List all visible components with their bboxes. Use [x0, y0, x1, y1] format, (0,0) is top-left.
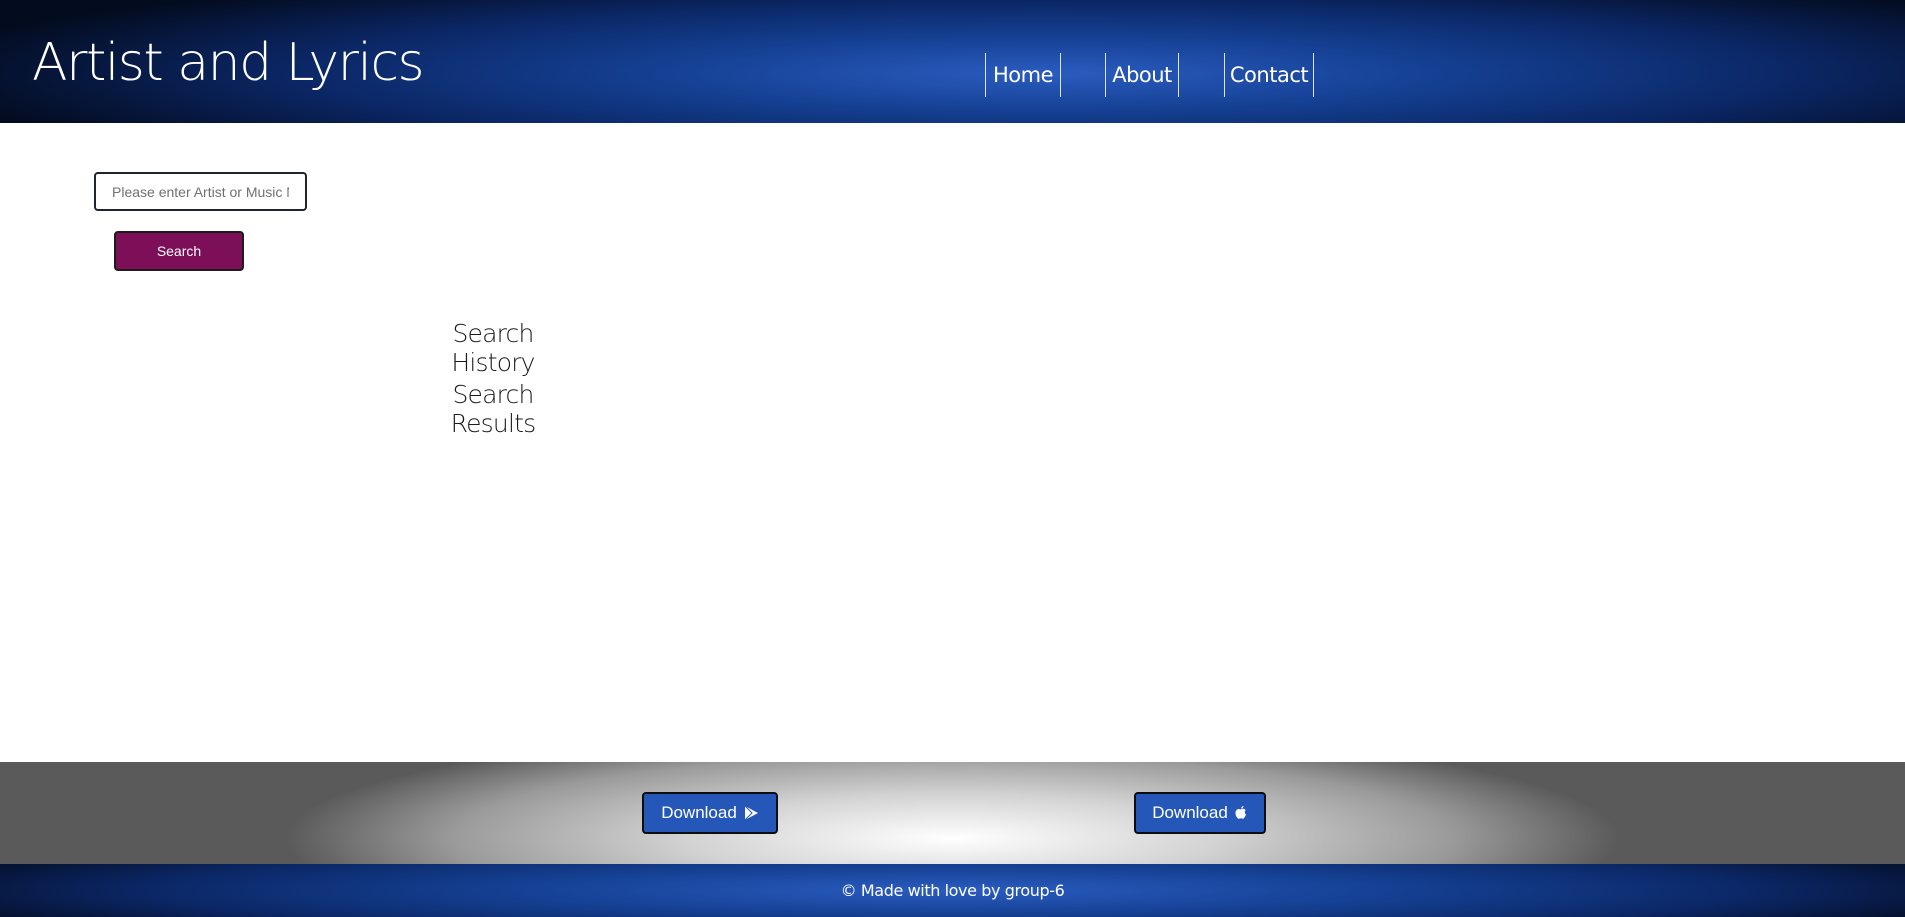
- nav-home-link[interactable]: Home: [985, 53, 1061, 97]
- footer-credit: © Made with love by group-6: [840, 881, 1065, 900]
- nav-contact-link[interactable]: Contact: [1224, 53, 1314, 97]
- site-footer: © Made with love by group-6: [0, 864, 1905, 917]
- site-header: Artist and Lyrics Home About Contact: [0, 0, 1905, 123]
- search-results-heading: Search Results: [450, 380, 536, 438]
- site-title: Artist and Lyrics: [32, 33, 425, 93]
- download-android-button[interactable]: Download: [642, 792, 778, 834]
- apple-icon: [1234, 805, 1248, 821]
- nav-about-link[interactable]: About: [1105, 53, 1179, 97]
- download-android-label: Download: [661, 803, 737, 822]
- play-store-icon: [743, 805, 759, 821]
- search-input[interactable]: [94, 172, 307, 211]
- search-button[interactable]: Search: [114, 231, 244, 271]
- search-history-heading: Search History: [451, 319, 535, 377]
- download-bar: Download Download: [0, 762, 1905, 864]
- download-ios-label: Download: [1152, 803, 1228, 822]
- download-ios-button[interactable]: Download: [1134, 792, 1266, 834]
